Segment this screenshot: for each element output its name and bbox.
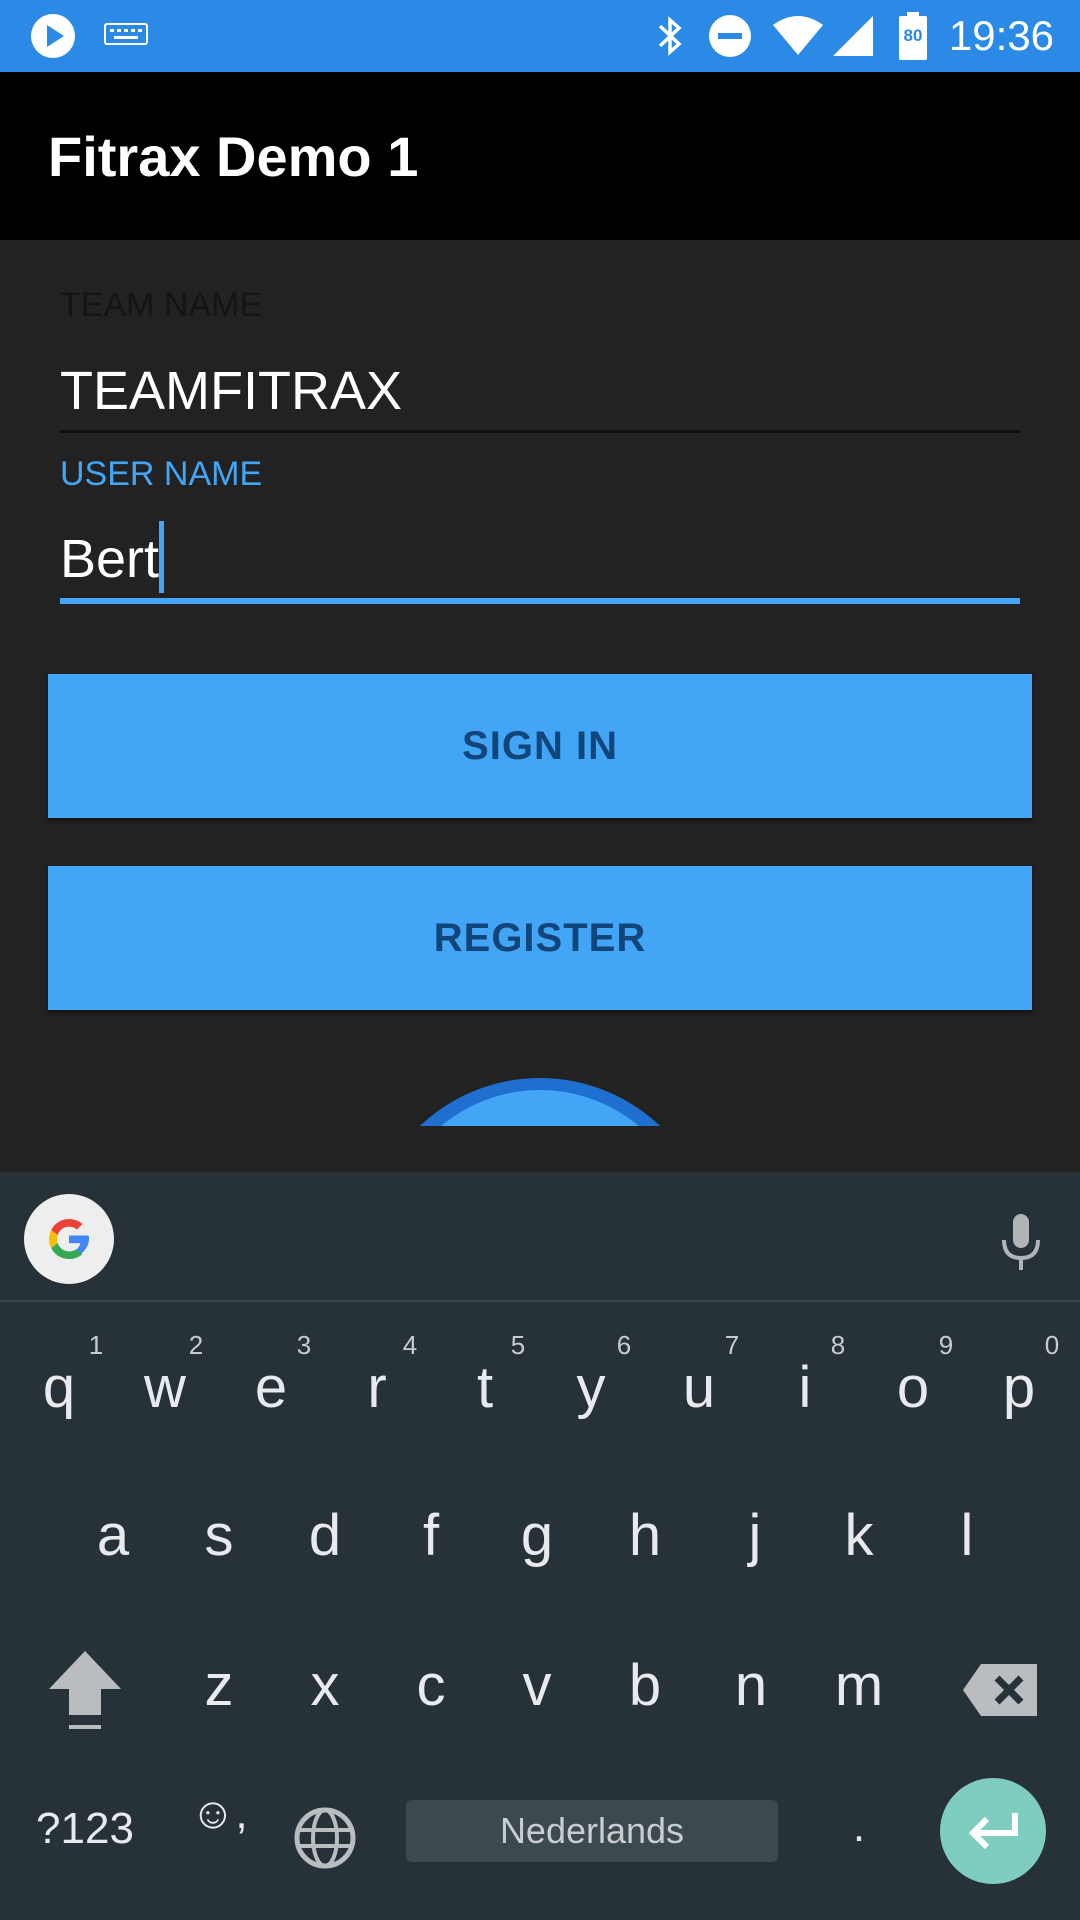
period-key[interactable]: . [806, 1764, 912, 1904]
hint-6: 6 [616, 1330, 632, 1360]
status-bar: 80 19:36 [0, 0, 1080, 72]
clock: 19:36 [948, 12, 1054, 59]
key-k[interactable]: k [806, 1466, 912, 1606]
hint-3: 3 [296, 1330, 312, 1360]
register-button[interactable]: REGISTER [48, 866, 1032, 1010]
signal-icon [830, 0, 876, 72]
google-icon[interactable] [24, 1194, 114, 1284]
key-g[interactable]: g [484, 1466, 590, 1606]
key-d[interactable]: d [272, 1466, 378, 1606]
key-f[interactable]: f [378, 1466, 484, 1606]
hint-0: 0 [1044, 1330, 1060, 1360]
key-j[interactable]: j [702, 1466, 808, 1606]
key-b[interactable]: b [592, 1616, 698, 1756]
key-a[interactable]: a [60, 1466, 166, 1606]
user-name-field[interactable]: Bert [60, 528, 159, 590]
keyboard-toolbar [0, 1172, 1080, 1302]
hint-1: 1 [88, 1330, 104, 1360]
wifi-icon [770, 0, 826, 72]
user-name-label: USER NAME [60, 455, 263, 493]
backspace-icon [963, 1663, 1037, 1716]
hint-8: 8 [830, 1330, 846, 1360]
space-bar[interactable]: Nederlands [406, 1800, 778, 1862]
key-m[interactable]: m [806, 1616, 912, 1756]
hint-5: 5 [510, 1330, 526, 1360]
sign-in-button[interactable]: SIGN IN [48, 674, 1032, 818]
page-title: Fitrax Demo 1 [48, 125, 419, 188]
globe-icon [294, 1807, 356, 1869]
team-name-field[interactable]: TEAMFITRAX [60, 360, 402, 422]
backspace-key[interactable] [940, 1616, 1060, 1756]
symbols-key[interactable]: ?123 [30, 1764, 140, 1904]
key-h[interactable]: h [592, 1466, 698, 1606]
dnd-icon [706, 0, 754, 72]
team-name-label: TEAM NAME [60, 286, 263, 324]
hint-7: 7 [724, 1330, 740, 1360]
key-v[interactable]: v [484, 1616, 590, 1756]
text-cursor [159, 521, 164, 593]
user-name-underline [60, 598, 1020, 604]
key-s[interactable]: s [166, 1466, 272, 1606]
hint-9: 9 [938, 1330, 954, 1360]
emoji-key[interactable]: ☺, [166, 1764, 272, 1904]
keyboard-icon [102, 0, 150, 72]
bluetooth-icon [652, 0, 688, 72]
key-l[interactable]: l [914, 1466, 1020, 1606]
microphone-icon[interactable] [996, 1212, 1046, 1272]
key-c[interactable]: c [378, 1616, 484, 1756]
enter-icon [968, 1813, 1018, 1850]
battery-level: 80 [903, 26, 923, 45]
key-x[interactable]: x [272, 1616, 378, 1756]
play-icon [26, 0, 80, 72]
key-z[interactable]: z [166, 1616, 272, 1756]
shift-icon [49, 1650, 121, 1729]
shift-key[interactable] [32, 1616, 138, 1756]
team-name-underline [60, 430, 1020, 433]
loading-arc [370, 1074, 710, 1126]
hint-4: 4 [402, 1330, 418, 1360]
enter-key[interactable] [940, 1778, 1046, 1884]
globe-key[interactable] [272, 1764, 378, 1904]
hint-2: 2 [188, 1330, 204, 1360]
app-bar: Fitrax Demo 1 [0, 72, 1080, 240]
key-n[interactable]: n [698, 1616, 804, 1756]
